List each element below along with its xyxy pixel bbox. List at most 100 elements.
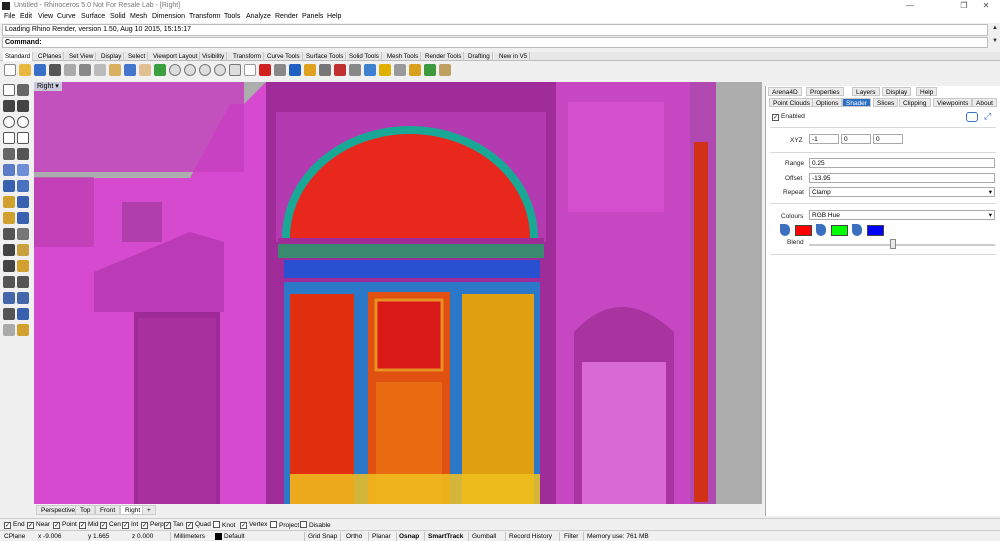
layer-icon[interactable] [319,64,331,76]
zoom-selected-icon[interactable] [214,64,226,76]
tab-new-in-v5[interactable]: New in V5 [497,52,531,61]
analyze-icon[interactable] [3,308,15,320]
osnap-end[interactable]: ✓ End [4,521,25,529]
tab-set-view[interactable]: Set View [67,52,97,61]
tab-options[interactable]: Options [812,98,843,107]
y-input[interactable]: 0 [841,134,871,144]
dimension-icon[interactable] [3,292,15,304]
status-record-history[interactable]: Record History [509,533,552,540]
expand-icon[interactable]: ⤢ [984,111,996,123]
move-icon[interactable] [3,244,15,256]
viewport-label[interactable]: Right ▾ [34,82,62,91]
osnap-cen[interactable]: ✓ Cen [100,521,121,529]
tab-point-clouds[interactable]: Point Clouds [769,98,814,107]
cplane-icon[interactable] [274,64,286,76]
menu-analyze[interactable]: Analyze [246,13,271,20]
lock-icon[interactable] [304,64,316,76]
boolean-icon[interactable] [3,196,15,208]
tab-visibility[interactable]: Visibility [200,52,228,61]
zoom-extents-icon[interactable] [199,64,211,76]
osnap-project[interactable]: Project [270,521,299,529]
tab-drafting[interactable]: Drafting [466,52,493,61]
osnap-knot[interactable]: Knot [213,521,235,529]
blend-slider-thumb[interactable] [889,239,896,249]
tab-viewpoints[interactable]: Viewpoints [933,98,973,107]
options-icon[interactable] [424,64,436,76]
paste-icon[interactable] [109,64,121,76]
text-icon[interactable] [17,292,29,304]
osnap-tan[interactable]: ✓ Tan [164,521,183,529]
rotate-view-icon[interactable] [154,64,166,76]
tab-surface-tools[interactable]: Surface Tools [304,52,347,61]
paint-bucket-icon[interactable] [780,224,790,236]
menu-dimension[interactable]: Dimension [152,13,185,20]
red-swatch[interactable] [795,225,812,236]
extrude-icon[interactable] [17,164,29,176]
paint-bucket-icon[interactable] [816,224,826,236]
scale-icon[interactable] [17,260,29,272]
undo-icon[interactable] [124,64,136,76]
circle-icon[interactable] [3,116,15,128]
blue-swatch[interactable] [867,225,884,236]
rectangle-icon[interactable] [3,132,15,144]
tab-front[interactable]: Front [95,505,121,515]
command-input[interactable]: Command: [2,37,988,48]
explode-icon[interactable] [17,212,29,224]
sphere-icon[interactable] [17,180,29,192]
tab-arena4d[interactable]: Arena4D [768,87,802,96]
osnap-near[interactable]: ✓ Near [27,521,50,529]
status-gumball[interactable]: Gumball [472,533,496,540]
status-units[interactable]: Millimeters [174,533,205,540]
help-icon[interactable] [439,64,451,76]
osnap-int[interactable]: ✓ Int [122,521,138,529]
osnap-vertex[interactable]: ✓ Vertex [240,521,267,529]
ghosted-icon[interactable] [394,64,406,76]
osnap-perp[interactable]: ✓ Perp [141,521,164,529]
tab-help[interactable]: Help [916,87,938,96]
join-icon[interactable] [3,212,15,224]
tab-viewport-layout[interactable]: Viewport Layout [151,52,201,61]
add-viewport-tab[interactable]: + [142,505,156,515]
osnap-quad[interactable]: ✓ Quad [186,521,211,529]
viewport-right[interactable]: Right ▾ [34,82,762,504]
tab-curve-tools[interactable]: Curve Tools [265,52,303,61]
tab-display[interactable]: Display [99,52,125,61]
range-input[interactable]: 0.25 [809,158,995,168]
colours-select[interactable]: RGB Hue ▾ [809,210,995,220]
tab-select[interactable]: Select [126,52,149,61]
enabled-checkbox[interactable]: ✓ Enabled [772,113,805,121]
pan-hand-icon[interactable] [139,64,151,76]
paint-bucket-icon[interactable] [852,224,862,236]
tab-shader[interactable]: Shader [842,98,871,107]
array-icon[interactable] [17,276,29,288]
menu-file[interactable]: File [4,13,15,20]
shaded-icon[interactable] [364,64,376,76]
tab-properties[interactable]: Properties [806,87,844,96]
polygon-icon[interactable] [17,132,29,144]
mesh-icon[interactable] [17,196,29,208]
status-ortho[interactable]: Ortho [346,533,362,540]
z-input[interactable]: 0 [873,134,903,144]
render-icon[interactable] [409,64,421,76]
tab-perspective[interactable]: Perspective [36,505,80,515]
osnap-mid[interactable]: ✓ Mid [79,521,98,529]
object-properties-icon[interactable] [334,64,346,76]
cut-icon[interactable] [79,64,91,76]
tab-render-tools[interactable]: Render Tools [423,52,465,61]
show-objects-icon[interactable] [289,64,301,76]
tab-standard[interactable]: Standard [3,52,34,61]
menu-help[interactable]: Help [327,13,341,20]
menu-surface[interactable]: Surface [81,13,105,20]
properties-icon[interactable] [64,64,76,76]
copy-icon[interactable] [94,64,106,76]
repeat-select[interactable]: Clamp ▾ [809,187,995,197]
tab-mesh-tools[interactable]: Mesh Tools [385,52,422,61]
print-icon[interactable] [49,64,61,76]
menu-tools[interactable]: Tools [224,13,240,20]
curve-icon[interactable] [17,100,29,112]
blend-slider-track[interactable] [809,244,995,246]
tab-slices[interactable]: Slices [873,98,899,107]
group-icon[interactable] [3,324,15,336]
glasses-icon[interactable] [966,112,978,122]
trim-icon[interactable] [3,228,15,240]
